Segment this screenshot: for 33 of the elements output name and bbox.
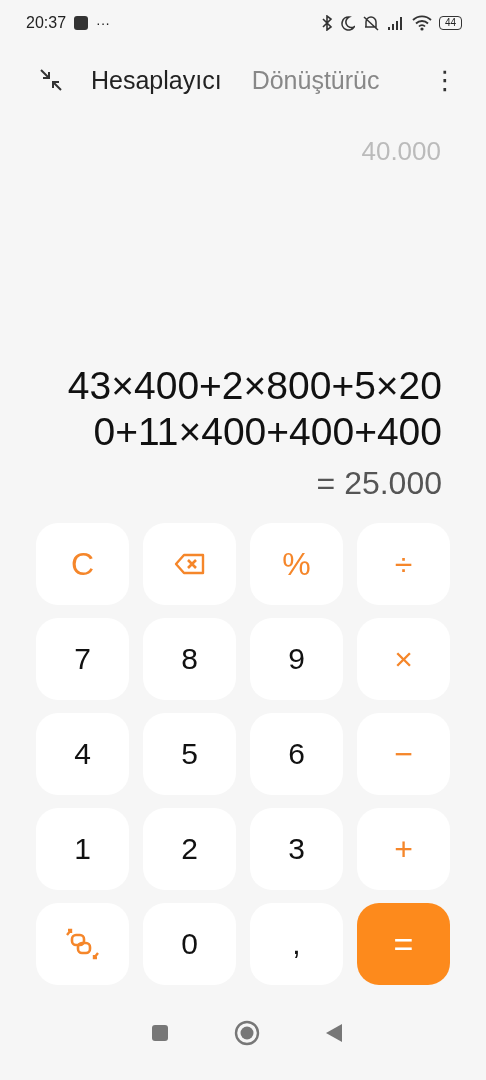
digit-key[interactable]: 2 (143, 808, 236, 890)
result-text: = 25.000 (315, 464, 442, 503)
backspace-icon (173, 553, 206, 575)
digit-key[interactable]: 6 (250, 713, 343, 795)
digit-key[interactable]: 0 (143, 903, 236, 985)
digit-key[interactable]: 8 (143, 618, 236, 700)
wifi-icon (411, 15, 432, 31)
digit-key[interactable]: 7 (36, 618, 129, 700)
expression-text: 43×400+2×800+5×200+11×400+400+400 (66, 363, 442, 455)
battery-indicator: 44 (438, 16, 462, 30)
signal-icon (386, 16, 405, 30)
recent-apps-icon[interactable] (150, 1023, 169, 1042)
digit-key[interactable]: 5 (143, 713, 236, 795)
more-menu-button[interactable]: ⋮ (432, 65, 458, 95)
muted-bell-icon (361, 15, 380, 31)
switch-mode-key[interactable] (36, 903, 129, 985)
tab[interactable]: Hesaplayıcı (91, 65, 222, 95)
moon-icon (339, 15, 355, 31)
status-time: 20:37 (26, 14, 67, 32)
backspace-key[interactable] (143, 523, 236, 605)
history-result: 40.000 (361, 136, 441, 167)
home-icon[interactable] (234, 1019, 260, 1046)
back-icon[interactable] (325, 1022, 344, 1043)
digit-key[interactable]: 1 (36, 808, 129, 890)
digit-key[interactable]: 3 (250, 808, 343, 890)
more-notifications-text: ··· (96, 15, 111, 31)
digit-key[interactable]: 4 (36, 713, 129, 795)
digit-key[interactable]: 9 (250, 618, 343, 700)
collapse-icon[interactable] (38, 67, 64, 93)
digit-key[interactable]: , (250, 903, 343, 985)
switch-icon (63, 927, 102, 961)
app-notification-icon (73, 15, 90, 31)
bluetooth-icon (320, 15, 333, 31)
